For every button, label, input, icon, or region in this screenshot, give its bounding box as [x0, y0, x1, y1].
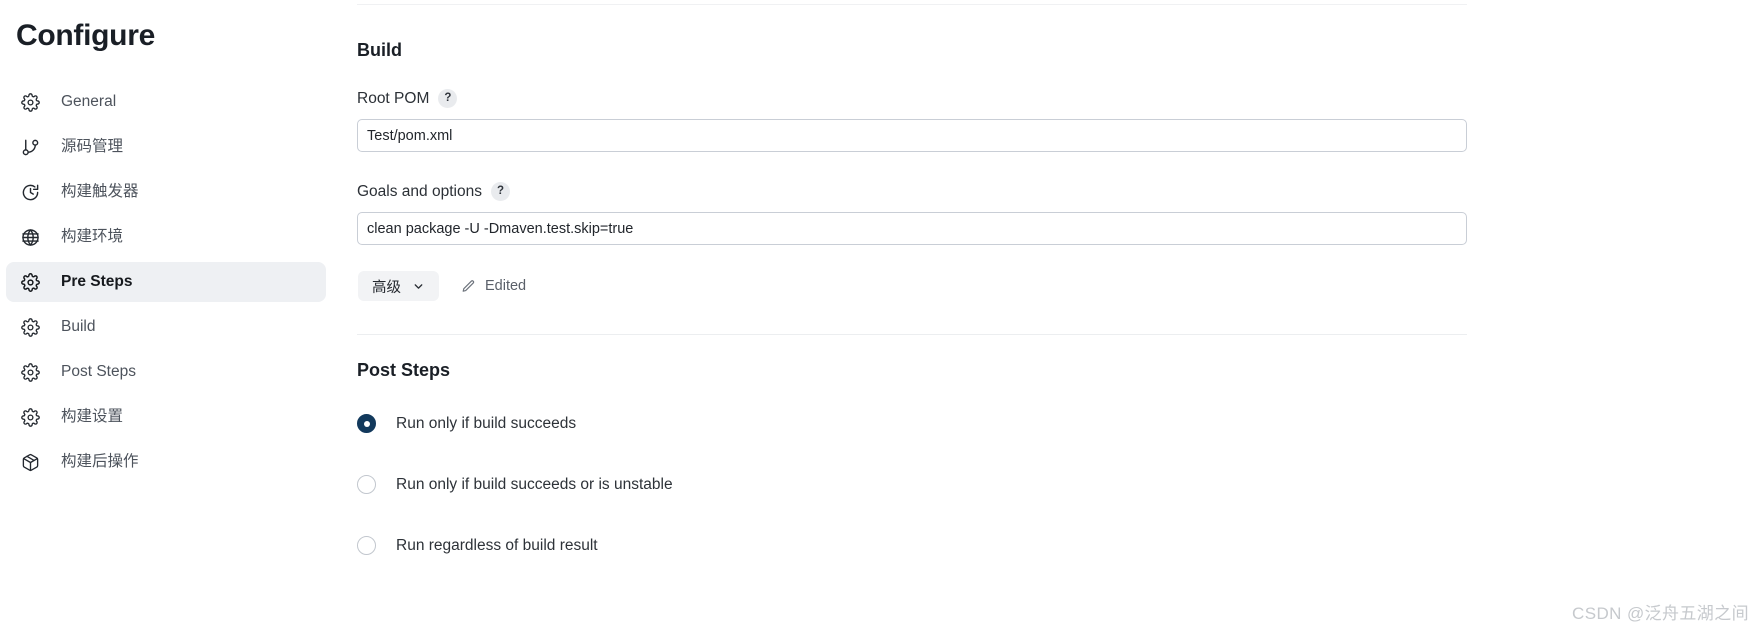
sidebar-nav: General 源码管理 构建触发器 构建环境 Pre Steps Build … — [0, 82, 332, 482]
help-icon[interactable]: ? — [490, 182, 510, 201]
radio-run-only-if-build-succeeds[interactable]: Run only if build succeeds — [357, 414, 1467, 433]
gear-icon — [20, 362, 41, 383]
build-section: Build Root POM ? Goals and options ? — [357, 41, 1467, 301]
sidebar: Configure General 源码管理 构建触发器 构建环境 Pre St… — [0, 0, 332, 636]
top-divider — [357, 4, 1467, 5]
goals-field-block: Goals and options ? — [357, 182, 1467, 245]
help-icon[interactable]: ? — [438, 89, 458, 108]
root-pom-field-block: Root POM ? — [357, 89, 1467, 152]
sidebar-item-build-environment[interactable]: 构建环境 — [6, 217, 326, 257]
sidebar-item-label: Pre Steps — [61, 273, 133, 291]
sidebar-item-label: 构建触发器 — [61, 183, 139, 201]
sidebar-item-label: 构建设置 — [61, 408, 124, 426]
root-pom-input[interactable] — [357, 119, 1467, 152]
sidebar-item-build[interactable]: Build — [6, 307, 326, 347]
advanced-button[interactable]: 高级 — [358, 271, 439, 301]
gear-icon — [20, 317, 41, 338]
gear-icon — [20, 272, 41, 293]
goals-label-row: Goals and options ? — [357, 182, 1467, 201]
sidebar-item-general[interactable]: General — [6, 82, 326, 122]
build-section-heading: Build — [357, 40, 402, 60]
advanced-button-label: 高级 — [372, 279, 401, 296]
edited-label: Edited — [485, 278, 527, 294]
radio-label: Run regardless of build result — [396, 536, 598, 554]
radio-mark — [357, 414, 376, 433]
sidebar-item-source-code-management[interactable]: 源码管理 — [6, 127, 326, 167]
post-steps-heading: Post Steps — [357, 360, 451, 380]
gear-icon — [20, 92, 41, 113]
radio-run-regardless-of-build-result[interactable]: Run regardless of build result — [357, 536, 1467, 555]
radio-mark — [357, 475, 376, 494]
configure-page: Configure General 源码管理 构建触发器 构建环境 Pre St… — [0, 0, 1763, 636]
sidebar-item-pre-steps[interactable]: Pre Steps — [6, 262, 326, 302]
goals-label: Goals and options — [357, 182, 482, 200]
sidebar-item-label: Build — [61, 318, 96, 336]
sidebar-item-label: 构建后操作 — [61, 453, 139, 471]
radio-label: Run only if build succeeds — [396, 414, 577, 432]
pencil-icon — [461, 279, 476, 294]
clock-icon — [20, 182, 41, 203]
git-branch-icon — [20, 137, 41, 158]
globe-icon — [20, 227, 41, 248]
post-steps-section: Post Steps Run only if build succeeds Ru… — [357, 361, 1467, 555]
radio-mark — [357, 536, 376, 555]
watermark: CSDN @泛舟五湖之间 — [1572, 604, 1749, 623]
sidebar-item-post-steps[interactable]: Post Steps — [6, 352, 326, 392]
sidebar-item-build-triggers[interactable]: 构建触发器 — [6, 172, 326, 212]
advanced-row: 高级 Edited — [357, 271, 1467, 301]
gear-icon — [20, 407, 41, 428]
package-icon — [20, 452, 41, 473]
post-steps-radio-group: Run only if build succeeds Run only if b… — [357, 414, 1467, 555]
sidebar-item-label: 源码管理 — [61, 138, 124, 156]
sidebar-item-label: Post Steps — [61, 363, 136, 381]
section-divider — [357, 334, 1467, 335]
radio-label: Run only if build succeeds or is unstabl… — [396, 475, 673, 493]
content-column: Build Root POM ? Goals and options ? — [357, 4, 1467, 555]
goals-and-options-input[interactable] — [357, 212, 1467, 245]
radio-run-only-if-build-succeeds-or-is-unstable[interactable]: Run only if build succeeds or is unstabl… — [357, 475, 1467, 494]
sidebar-item-label: General — [61, 93, 117, 111]
chevron-down-icon — [412, 280, 425, 293]
sidebar-item-label: 构建环境 — [61, 228, 124, 246]
edited-indicator[interactable]: Edited — [461, 278, 526, 294]
page-title: Configure — [16, 19, 155, 52]
main-content: Build Root POM ? Goals and options ? — [332, 0, 1763, 636]
root-pom-label: Root POM — [357, 89, 430, 107]
root-pom-label-row: Root POM ? — [357, 89, 1467, 108]
sidebar-item-post-build-actions[interactable]: 构建后操作 — [6, 442, 326, 482]
sidebar-item-build-settings[interactable]: 构建设置 — [6, 397, 326, 437]
